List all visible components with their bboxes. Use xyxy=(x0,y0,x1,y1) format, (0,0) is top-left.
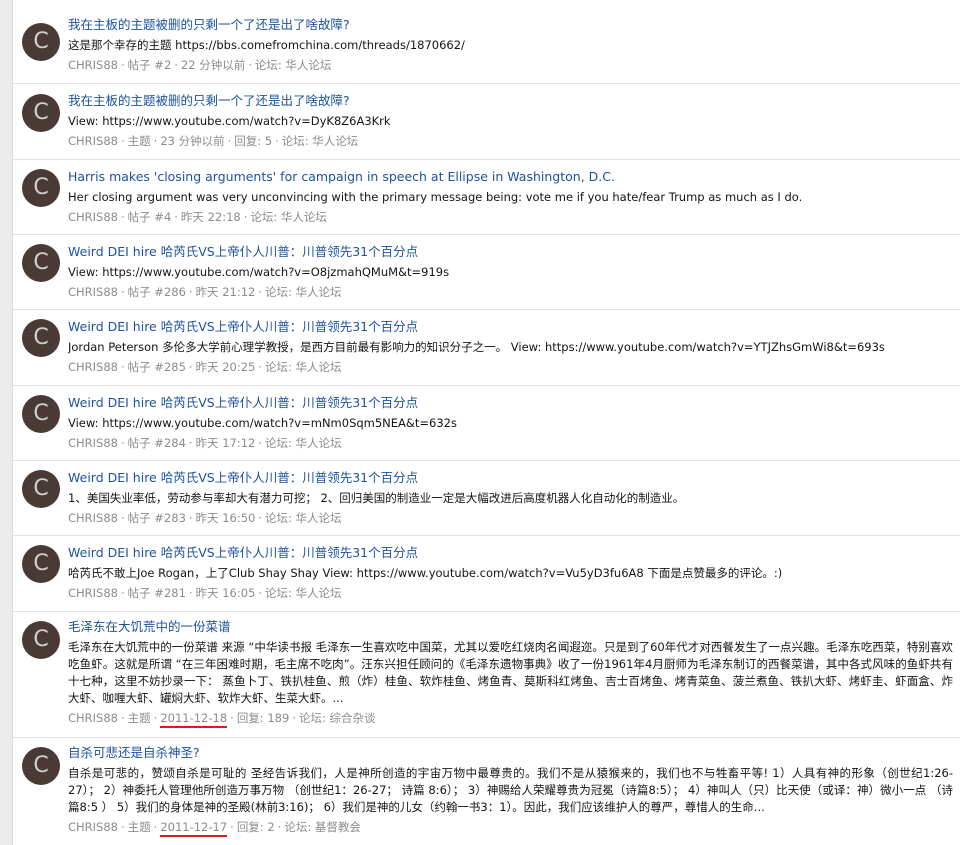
avatar[interactable]: C xyxy=(22,747,60,785)
result-meta: CHRIS88 · 主题 · 2011-12-18 · 回复: 189 · 论坛: 综合杂谈 xyxy=(68,710,953,728)
result-time: 昨天 17:12 xyxy=(195,436,256,450)
result-meta: CHRIS88 · 帖子 #286 · 昨天 21:12 · 论坛: 华人论坛 xyxy=(68,285,342,299)
result-title-link[interactable]: 我在主板的主题被删的只剩一个了还是出了啥故障? xyxy=(68,16,953,34)
forum-link[interactable]: 论坛: 综合杂谈 xyxy=(299,711,376,725)
result-kind: 帖子 #286 xyxy=(127,285,186,299)
result-snippet: 哈芮氏不敢上Joe Rogan，上了Club Shay Shay View: h… xyxy=(68,566,783,580)
result-kind: 主题 xyxy=(127,711,151,725)
result-title-link[interactable]: Weird DEI hire 哈芮氏VS上帝仆人川普：川普领先31个百分点 xyxy=(68,544,953,562)
author-link[interactable]: CHRIS88 xyxy=(68,58,118,72)
result-time: 22 分钟以前 xyxy=(180,58,246,72)
result-time: 昨天 22:18 xyxy=(180,210,241,224)
result-kind: 帖子 #2 xyxy=(127,58,172,72)
result-snippet: 这是那个幸存的主题 https://bbs.comefromchina.com/… xyxy=(68,38,465,52)
forum-link[interactable]: 论坛: 华人论坛 xyxy=(265,436,342,450)
forum-link[interactable]: 论坛: 华人论坛 xyxy=(265,586,342,600)
avatar[interactable]: C xyxy=(22,470,60,508)
avatar[interactable]: C xyxy=(22,621,60,659)
result-snippet: View: https://www.youtube.com/watch?v=Dy… xyxy=(68,114,391,128)
result-meta: CHRIS88 · 帖子 #2 · 22 分钟以前 · 论坛: 华人论坛 xyxy=(68,58,332,72)
result-meta: CHRIS88 · 帖子 #284 · 昨天 17:12 · 论坛: 华人论坛 xyxy=(68,436,342,450)
avatar[interactable]: C xyxy=(22,395,60,433)
avatar[interactable]: C xyxy=(22,244,60,282)
result-time: 昨天 20:25 xyxy=(195,360,256,374)
avatar[interactable]: C xyxy=(22,545,60,583)
result-meta: CHRIS88 · 帖子 #283 · 昨天 16:50 · 论坛: 华人论坛 xyxy=(68,511,342,525)
author-link[interactable]: CHRIS88 xyxy=(68,436,118,450)
result-title-link[interactable]: Weird DEI hire 哈芮氏VS上帝仆人川普：川普领先31个百分点 xyxy=(68,394,953,412)
author-link[interactable]: CHRIS88 xyxy=(68,134,118,148)
result-meta: CHRIS88 · 帖子 #4 · 昨天 22:18 · 论坛: 华人论坛 xyxy=(68,210,327,224)
result-snippet: Her closing argument was very unconvinci… xyxy=(68,190,803,204)
result-date-highlighted: 2011-12-17 xyxy=(160,820,228,837)
result-title-link[interactable]: Weird DEI hire 哈芮氏VS上帝仆人川普：川普领先31个百分点 xyxy=(68,469,953,487)
forum-link[interactable]: 论坛: 华人论坛 xyxy=(265,360,342,374)
list-item: C Weird DEI hire 哈芮氏VS上帝仆人川普：川普领先31个百分点 … xyxy=(13,235,960,310)
result-title-link[interactable]: 我在主板的主题被删的只剩一个了还是出了啥故障? xyxy=(68,92,953,110)
author-link[interactable]: CHRIS88 xyxy=(68,360,118,374)
result-time: 昨天 16:50 xyxy=(195,511,256,525)
result-meta: CHRIS88 · 主题 · 2011-12-17 · 回复: 2 · 论坛: 基督教会 xyxy=(68,819,953,837)
list-item: C 毛泽东在大饥荒中的一份菜谱 毛泽东在大饥荒中的一份菜谱 来源 “中华读书报 … xyxy=(13,612,960,738)
result-kind: 帖子 #4 xyxy=(127,210,172,224)
author-link[interactable]: CHRIS88 xyxy=(68,511,118,525)
result-snippet: View: https://www.youtube.com/watch?v=mN… xyxy=(68,416,457,430)
result-title-link[interactable]: Harris makes 'closing arguments' for cam… xyxy=(68,168,953,186)
avatar[interactable]: C xyxy=(22,169,60,207)
result-time: 昨天 16:05 xyxy=(195,586,256,600)
result-kind: 主题 xyxy=(127,820,151,834)
forum-link[interactable]: 论坛: 基督教会 xyxy=(284,820,361,834)
result-meta: CHRIS88 · 帖子 #285 · 昨天 20:25 · 论坛: 华人论坛 xyxy=(68,360,342,374)
list-item: C Weird DEI hire 哈芮氏VS上帝仆人川普：川普领先31个百分点 … xyxy=(13,536,960,612)
result-meta: CHRIS88 · 帖子 #281 · 昨天 16:05 · 论坛: 华人论坛 xyxy=(68,586,342,600)
result-replies: 回复: 2 xyxy=(236,820,275,834)
author-link[interactable]: CHRIS88 xyxy=(68,285,118,299)
forum-link[interactable]: 论坛: 华人论坛 xyxy=(265,285,342,299)
result-kind: 主题 xyxy=(127,134,151,148)
list-item: C Harris makes 'closing arguments' for c… xyxy=(13,160,960,235)
result-snippet: Jordan Peterson 多伦多大学前心理学教授，是西方目前最有影响力的知… xyxy=(68,340,885,354)
result-kind: 帖子 #281 xyxy=(127,586,186,600)
result-title-link[interactable]: Weird DEI hire 哈芮氏VS上帝仆人川普：川普领先31个百分点 xyxy=(68,243,953,261)
avatar[interactable]: C xyxy=(22,319,60,357)
list-item: C 自杀可悲还是自杀神圣? 自杀是可悲的，赞颂自杀是可耻的 圣经告诉我们，人是神… xyxy=(13,738,960,845)
result-snippet: 毛泽东在大饥荒中的一份菜谱 来源 “中华读书报 毛泽东一生喜欢吃中国菜，尤其以爱… xyxy=(68,640,953,705)
author-link[interactable]: CHRIS88 xyxy=(68,820,118,834)
result-replies: 回复: 5 xyxy=(234,134,273,148)
forum-link[interactable]: 论坛: 华人论坛 xyxy=(265,511,342,525)
author-link[interactable]: CHRIS88 xyxy=(68,711,118,725)
list-item: C 我在主板的主题被删的只剩一个了还是出了啥故障? View: https://… xyxy=(13,84,960,160)
result-replies: 回复: 189 xyxy=(236,711,290,725)
result-meta: CHRIS88 · 主题 · 23 分钟以前 · 回复: 5 · 论坛: 华人论坛 xyxy=(68,134,359,148)
list-item: C Weird DEI hire 哈芮氏VS上帝仆人川普：川普领先31个百分点 … xyxy=(13,461,960,536)
result-snippet: View: https://www.youtube.com/watch?v=O8… xyxy=(68,265,450,279)
result-kind: 帖子 #285 xyxy=(127,360,186,374)
result-title-link[interactable]: 毛泽东在大饥荒中的一份菜谱 xyxy=(68,618,953,636)
result-title-link[interactable]: 自杀可悲还是自杀神圣? xyxy=(68,744,953,762)
forum-link[interactable]: 论坛: 华人论坛 xyxy=(282,134,359,148)
result-kind: 帖子 #283 xyxy=(127,511,186,525)
result-date-highlighted: 2011-12-18 xyxy=(160,711,228,728)
result-snippet: 1、美国失业率低，劳动参与率却大有潜力可挖； 2、回归美国的制造业一定是大幅改进… xyxy=(68,491,685,505)
result-kind: 帖子 #284 xyxy=(127,436,186,450)
result-title-link[interactable]: Weird DEI hire 哈芮氏VS上帝仆人川普：川普领先31个百分点 xyxy=(68,318,953,336)
result-snippet: 自杀是可悲的，赞颂自杀是可耻的 圣经告诉我们，人是神所创造的宇宙万物中最尊贵的。… xyxy=(68,766,953,814)
search-results-list: C 我在主板的主题被删的只剩一个了还是出了啥故障? 这是那个幸存的主题 http… xyxy=(12,0,960,845)
author-link[interactable]: CHRIS88 xyxy=(68,210,118,224)
result-time: 23 分钟以前 xyxy=(160,134,225,148)
forum-link[interactable]: 论坛: 华人论坛 xyxy=(255,58,332,72)
list-item: C Weird DEI hire 哈芮氏VS上帝仆人川普：川普领先31个百分点 … xyxy=(13,386,960,461)
forum-link[interactable]: 论坛: 华人论坛 xyxy=(250,210,327,224)
list-item: C Weird DEI hire 哈芮氏VS上帝仆人川普：川普领先31个百分点 … xyxy=(13,310,960,386)
avatar[interactable]: C xyxy=(22,94,60,132)
avatar[interactable]: C xyxy=(22,23,60,61)
author-link[interactable]: CHRIS88 xyxy=(68,586,118,600)
list-item: C 我在主板的主题被删的只剩一个了还是出了啥故障? 这是那个幸存的主题 http… xyxy=(13,0,960,84)
result-time: 昨天 21:12 xyxy=(195,285,256,299)
